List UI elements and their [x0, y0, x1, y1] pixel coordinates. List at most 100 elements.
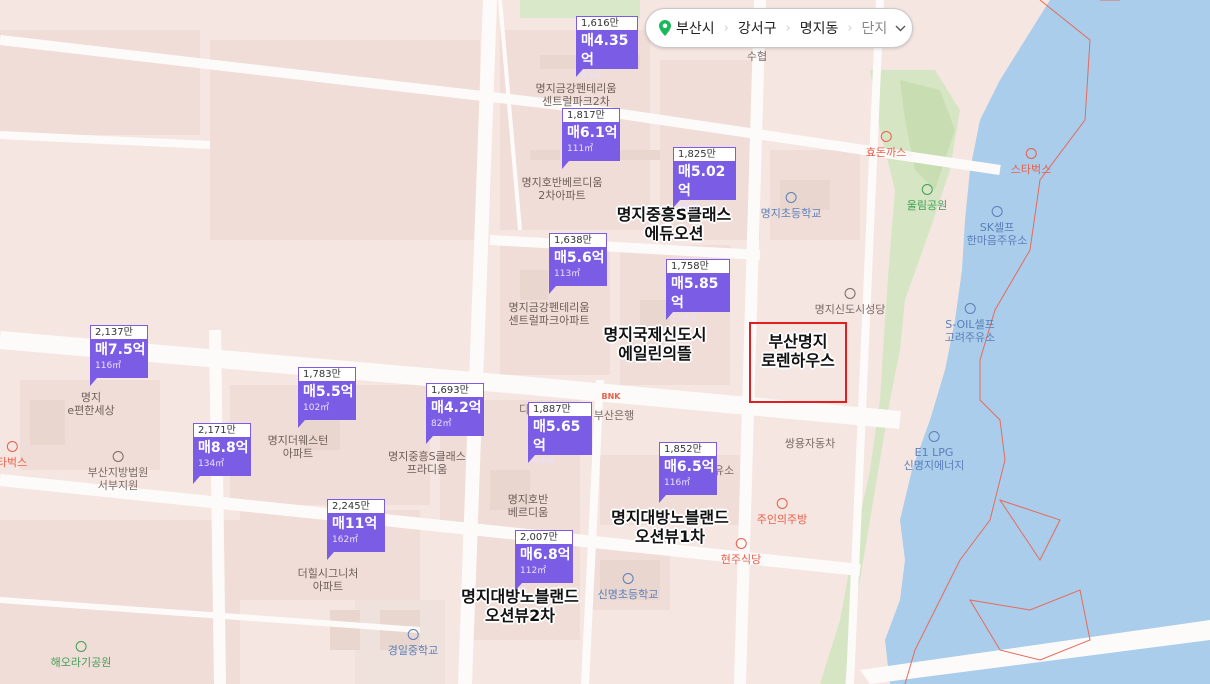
gas-station-icon: [928, 431, 940, 442]
gas-station-icon: [991, 206, 1003, 217]
marker-area: 111㎡: [567, 144, 594, 154]
poi-label[interactable]: 울림공원: [907, 184, 947, 212]
price-marker[interactable]: 2,245만 매11억 162㎡: [327, 499, 385, 560]
gas-station-icon: [964, 303, 976, 314]
apartment-label[interactable]: 명지호반 베르디움: [508, 493, 548, 519]
marker-price: 매7.5억: [95, 342, 146, 358]
school-icon: [622, 573, 634, 584]
poi-label[interactable]: 부산지방법원 서부지원: [88, 451, 148, 492]
price-marker[interactable]: 1,825만 매5.02억 91㎡: [673, 147, 736, 212]
price-marker[interactable]: 1,852만 매6.5억 116㎡: [659, 442, 717, 503]
price-marker[interactable]: 1,616만 매4.35억 89㎡: [576, 16, 638, 81]
apartment-label[interactable]: 더힐시그니처 아파트: [298, 567, 359, 593]
marker-price: 매11억: [332, 516, 378, 532]
location-breadcrumb: 부산시 › 강서구 › 명지동 › 단지: [645, 8, 913, 48]
breadcrumb-dong-label: 명지동: [799, 21, 839, 37]
complex-label[interactable]: 명지국제신도시 에일린의뜰: [603, 325, 706, 363]
marker-area: 134㎡: [198, 459, 225, 469]
breadcrumb-separator-icon: ›: [723, 20, 729, 36]
poi-label[interactable]: 효돈까스: [866, 131, 906, 159]
poi-label[interactable]: 명지신도시성당: [815, 288, 885, 316]
school-icon: [785, 192, 797, 203]
marker-price: 매8.8억: [198, 440, 249, 456]
price-marker[interactable]: 1,758만 매5.85억 110㎡: [666, 259, 730, 324]
marker-area: 91㎡: [678, 202, 699, 212]
apartment-label[interactable]: 명지금강펜테리움 센트럴파크아파트: [509, 301, 590, 327]
price-marker[interactable]: 1,783만 매5.5억 102㎡: [298, 367, 356, 428]
complex-label[interactable]: 명지대방노블랜드 오션뷰2차: [461, 587, 579, 625]
poi-label[interactable]: 해오라기공원: [51, 641, 111, 669]
marker-area: 162㎡: [332, 535, 359, 545]
marker-price-per-area: 1,817만: [562, 108, 620, 122]
marker-price-per-area: 2,171만: [193, 423, 251, 437]
school-icon: [407, 629, 419, 640]
marker-price: 매4.2억: [431, 400, 482, 416]
apartment-label[interactable]: 명지금강펜테리움 센트럴파크2차: [536, 82, 617, 108]
marker-area: 82㎡: [431, 419, 452, 429]
park-icon: [75, 641, 87, 652]
poi-label[interactable]: 스타벅스: [1011, 148, 1051, 176]
apartment-label[interactable]: 명지호반베르디움 2차아파트: [522, 176, 603, 202]
breadcrumb-district[interactable]: 강서구: [738, 18, 777, 38]
restaurant-icon: [776, 498, 788, 509]
marker-price-per-area: 1,758만: [666, 259, 730, 273]
restaurant-icon: [880, 131, 892, 142]
marker-area: 112㎡: [520, 566, 547, 576]
marker-price: 매5.5억: [303, 384, 354, 400]
marker-area: 116㎡: [664, 478, 691, 488]
poi-label[interactable]: 경일중학교: [388, 629, 438, 657]
breadcrumb-separator-icon: ›: [847, 20, 853, 36]
marker-area: 102㎡: [303, 403, 330, 413]
marker-price-per-area: 2,245만: [327, 499, 385, 513]
poi-label[interactable]: S-OIL셀프 고려주유소: [945, 303, 995, 344]
price-marker[interactable]: 1,693만 매4.2억 82㎡: [426, 383, 484, 444]
apartment-label[interactable]: 명지더웨스턴 아파트: [268, 434, 329, 460]
marker-price: 매5.6억: [554, 250, 605, 266]
park-icon: [921, 184, 933, 195]
price-marker[interactable]: 1,817만 매6.1억 111㎡: [562, 108, 620, 169]
breadcrumb-city[interactable]: 부산시: [659, 18, 715, 38]
breadcrumb-city-label: 부산시: [676, 21, 715, 37]
marker-price: 매5.65억: [533, 419, 581, 454]
breadcrumb-complex[interactable]: 단지: [862, 18, 907, 38]
poi-label[interactable]: 부산은행: [594, 409, 634, 422]
marker-price-per-area: 1,887만: [528, 402, 592, 416]
price-marker[interactable]: 1,887만 매5.65억 99㎡: [528, 402, 592, 467]
poi-label[interactable]: E1 LPG 신명지에너지: [904, 431, 964, 472]
price-marker[interactable]: 2,171만 매8.8억 134㎡: [193, 423, 251, 484]
marker-price: 매6.1억: [567, 125, 618, 141]
marker-price-per-area: 2,137만: [90, 325, 148, 339]
breadcrumb-separator-icon: ›: [785, 20, 791, 36]
government-icon: [112, 451, 124, 462]
apartment-label[interactable]: 명지중흥S클래스 프라디움: [388, 450, 466, 476]
poi-label[interactable]: 명지초등학교: [761, 192, 821, 220]
marker-price-per-area: 1,783만: [298, 367, 356, 381]
marker-area: 89㎡: [581, 71, 602, 81]
highlighted-complex-label[interactable]: 부산명지 로렌하우스: [749, 322, 847, 403]
restaurant-icon: [735, 538, 747, 549]
price-marker[interactable]: 2,137만 매7.5억 116㎡: [90, 325, 148, 386]
price-marker[interactable]: 2,007만 매6.8억 112㎡: [515, 530, 573, 591]
poi-label[interactable]: 신명초등학교: [598, 573, 658, 601]
apartment-label[interactable]: 명지 e편한세상: [67, 391, 114, 417]
poi-label[interactable]: SK셀프 한마음주유소: [967, 206, 1027, 247]
location-pin-icon: [659, 20, 671, 36]
marker-area: 113㎡: [554, 269, 581, 279]
complex-label[interactable]: 명지대방노블랜드 오션뷰1차: [611, 508, 729, 546]
cafe-icon: [1025, 148, 1037, 159]
poi-label[interactable]: 수협: [747, 50, 767, 63]
marker-price: 매6.5억: [664, 459, 715, 475]
poi-label[interactable]: 주인의주방: [757, 498, 807, 526]
marker-area: 116㎡: [95, 361, 122, 371]
price-marker[interactable]: 1,638만 매5.6억 113㎡: [549, 233, 607, 294]
poi-label[interactable]: BNK: [602, 390, 621, 403]
poi-label[interactable]: 쌍용자동차: [785, 437, 836, 450]
marker-price-per-area: 1,825만: [673, 147, 736, 161]
breadcrumb-dong[interactable]: 명지동: [800, 18, 839, 38]
marker-price: 매5.02억: [678, 164, 726, 199]
poi-label[interactable]: 타벅스: [0, 441, 27, 469]
chevron-down-icon: [895, 25, 906, 31]
marker-price: 매4.35억: [581, 33, 629, 68]
church-icon: [844, 288, 856, 299]
breadcrumb-district-label: 강서구: [737, 21, 777, 37]
